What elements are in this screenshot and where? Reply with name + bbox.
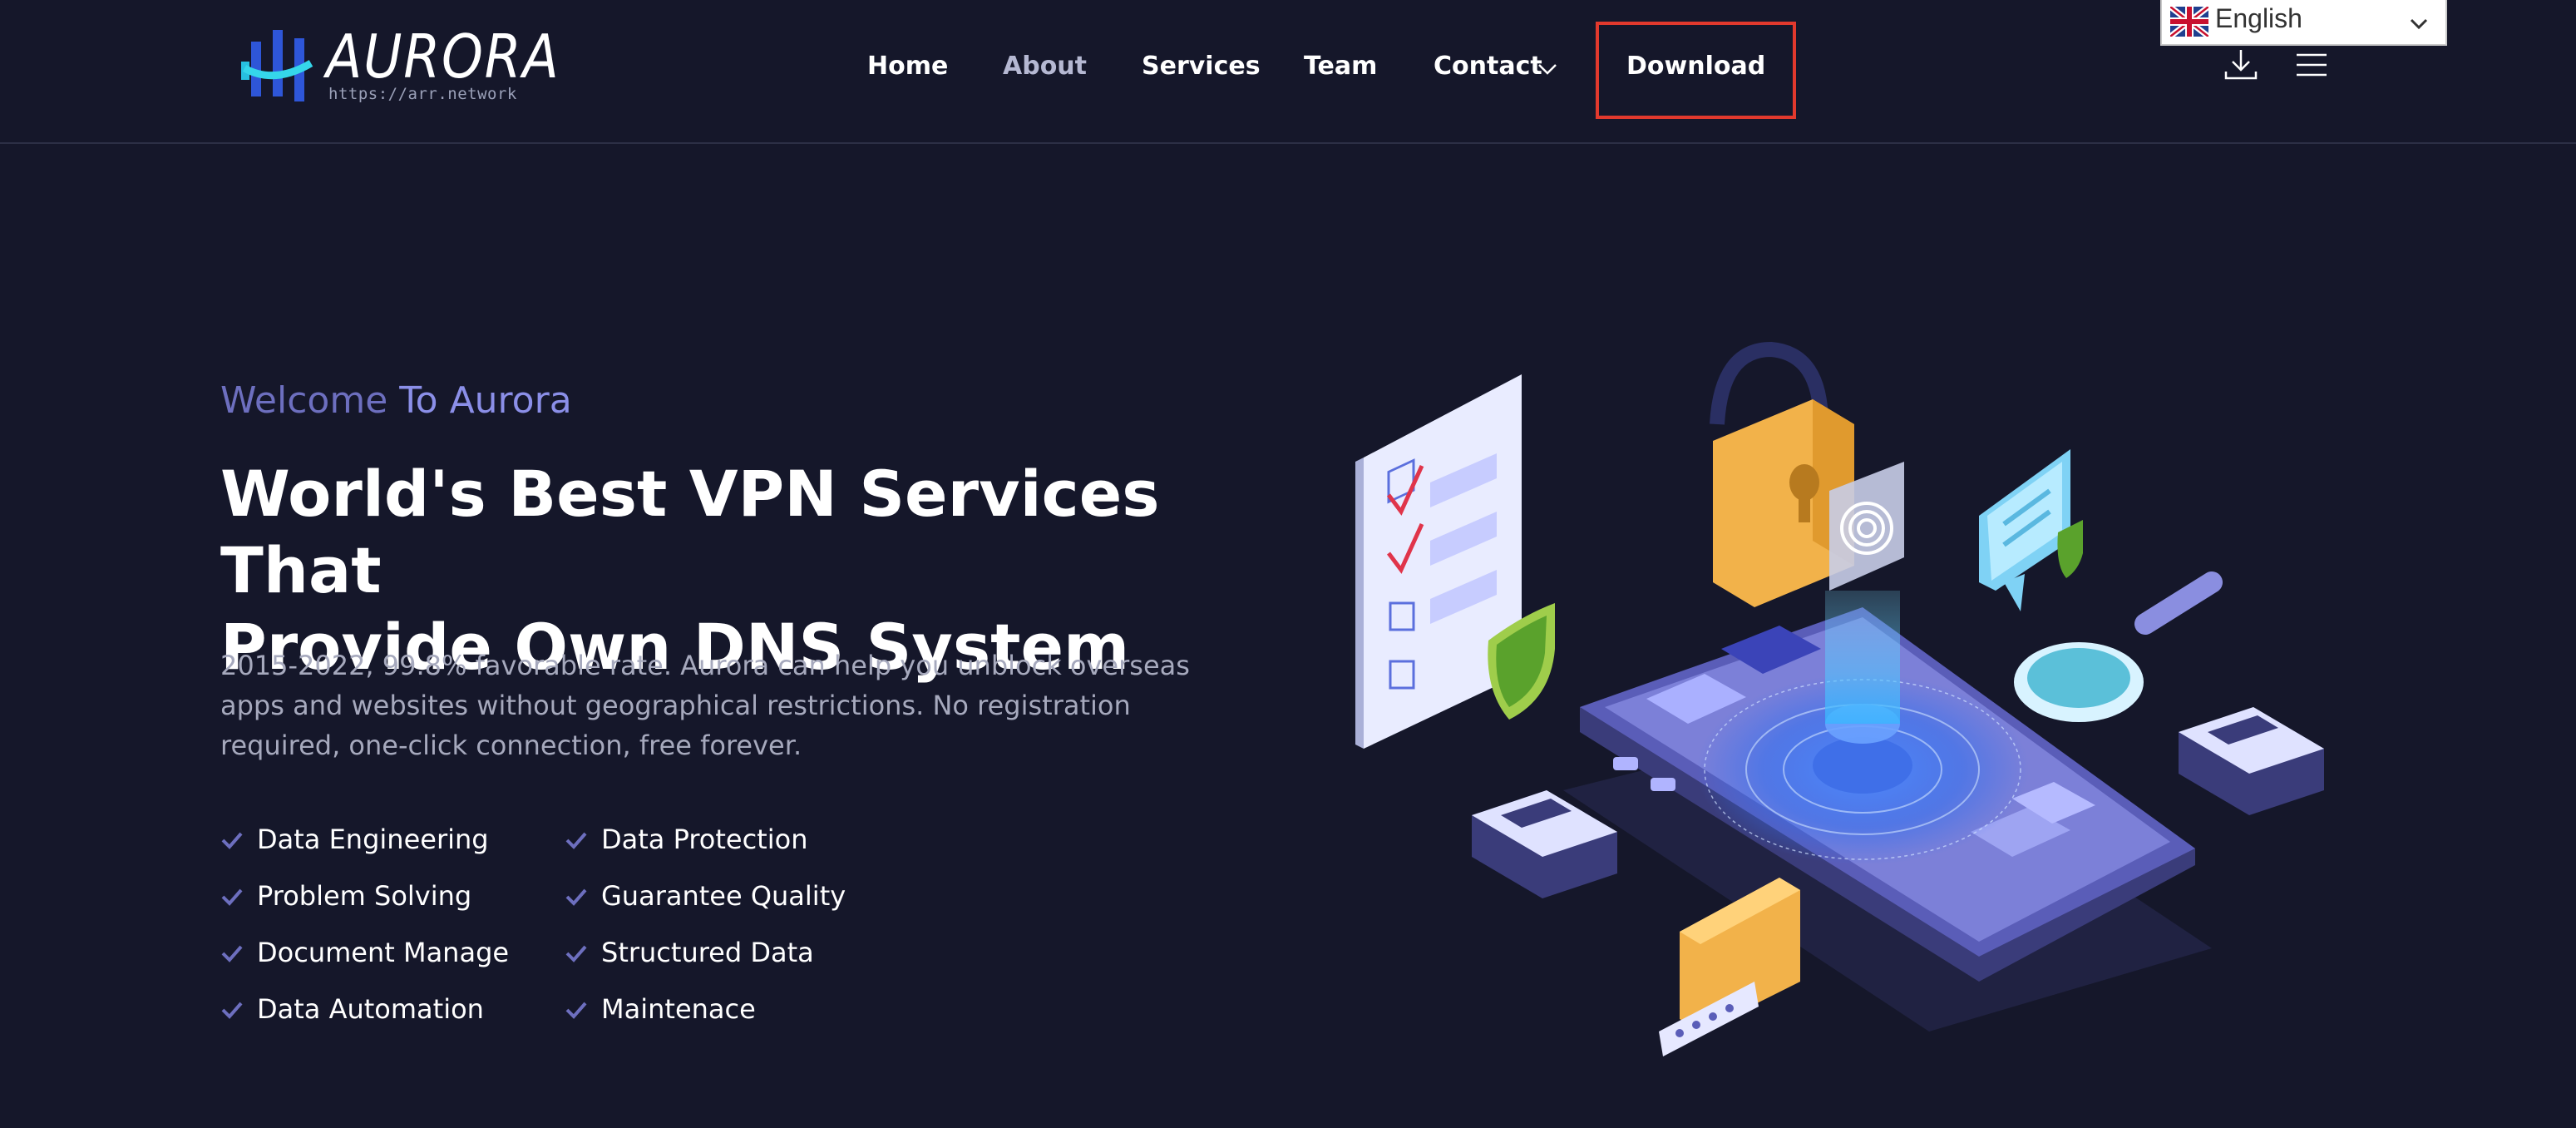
aurora-logo-icon [241, 30, 313, 101]
uk-flag-icon [2170, 7, 2208, 37]
feature-item: Document Manage [220, 937, 509, 968]
vpn-security-illustration [1355, 341, 2324, 1056]
feature-item: Problem Solving [220, 880, 471, 912]
check-icon [221, 832, 243, 849]
language-select[interactable]: English [2160, 0, 2447, 46]
menu-icon[interactable] [2293, 47, 2330, 83]
feature-item: Data Protection [565, 824, 807, 855]
check-icon [565, 1002, 587, 1019]
feature-label: Data Automation [257, 993, 484, 1025]
hero-eyebrow: Welcome To Aurora [220, 379, 572, 422]
chevron-down-icon [2410, 18, 2428, 30]
feature-item: Maintenace [565, 993, 756, 1025]
brand-url: https://arr.network [328, 85, 517, 103]
nav-team[interactable]: Team [1304, 52, 1377, 81]
feature-item: Data Automation [220, 993, 484, 1025]
eyebrow-accent: To Aurora [399, 379, 572, 422]
chevron-down-icon[interactable] [1537, 58, 1558, 80]
check-icon [565, 945, 587, 962]
feature-label: Data Engineering [257, 824, 489, 855]
brand-name: AURORA [326, 22, 560, 92]
eyebrow-lead: Welcome [220, 379, 388, 422]
check-icon [565, 832, 587, 849]
nav-services[interactable]: Services [1142, 52, 1261, 81]
check-icon [221, 945, 243, 962]
brand-logo[interactable]: AURORA https://arr.network [233, 27, 559, 111]
language-label: English [2215, 3, 2302, 33]
nav-about[interactable]: About [1003, 52, 1087, 81]
check-icon [221, 888, 243, 906]
feature-label: Data Protection [601, 824, 808, 855]
feature-item: Guarantee Quality [565, 880, 846, 912]
feature-list: Data Engineering Problem Solving Documen… [220, 824, 969, 1040]
feature-label: Structured Data [601, 937, 814, 968]
nav-download[interactable]: Download [1626, 52, 1765, 81]
feature-label: Problem Solving [257, 880, 472, 912]
feature-label: Document Manage [257, 937, 510, 968]
feature-item: Data Engineering [220, 824, 489, 855]
feature-label: Guarantee Quality [601, 880, 846, 912]
feature-label: Maintenace [601, 993, 756, 1025]
headline-line-1: World's Best VPN Services That [220, 457, 1160, 607]
site-header: AURORA https://arr.network Home About Se… [0, 0, 2576, 144]
check-icon [565, 888, 587, 906]
nav-contact[interactable]: Contact [1434, 52, 1542, 81]
check-icon [221, 1002, 243, 1019]
nav-home[interactable]: Home [867, 52, 948, 81]
download-icon[interactable] [2223, 47, 2259, 83]
hero-description: 2015-2022, 99.8% favorable rate. Aurora … [220, 650, 1190, 761]
feature-item: Structured Data [565, 937, 814, 968]
